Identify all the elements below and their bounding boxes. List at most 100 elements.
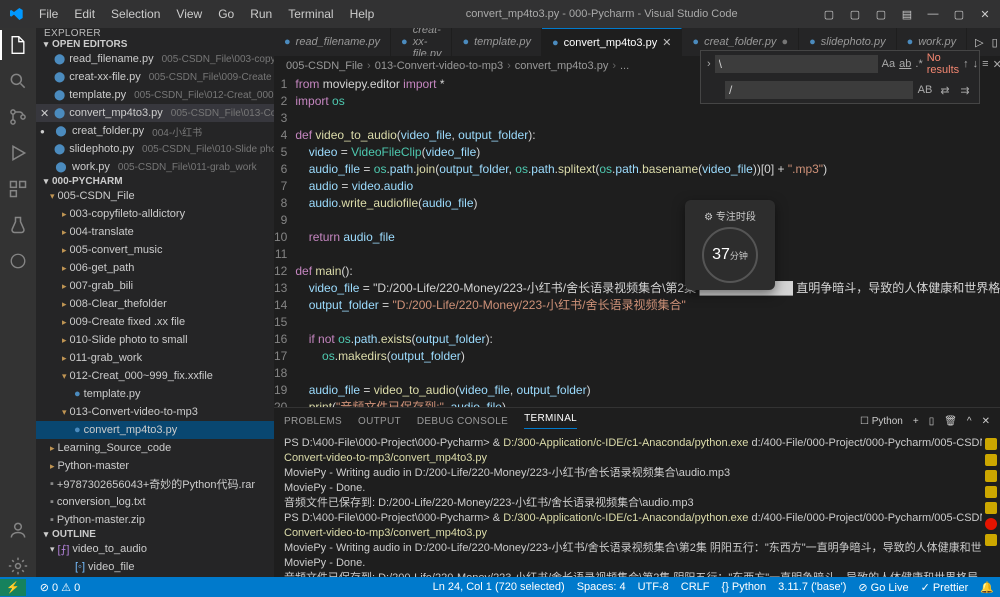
selection-icon[interactable]: ≡	[982, 58, 988, 70]
match-case-icon[interactable]: Aa	[882, 58, 895, 70]
close-find-icon[interactable]: ✕	[993, 58, 1000, 71]
status-item[interactable]: ✓ Prettier	[921, 581, 969, 594]
search-icon[interactable]	[7, 70, 29, 92]
folder-item[interactable]: ▸007-grab_bili	[36, 277, 274, 295]
sidebar-toggle-icon[interactable]: ▢	[874, 7, 888, 21]
prev-match-icon[interactable]: ↑	[963, 58, 969, 70]
menu-edit[interactable]: Edit	[67, 4, 102, 24]
file-item[interactable]: ●convert_mp4to3.py	[36, 421, 274, 439]
status-item[interactable]: CRLF	[681, 581, 710, 594]
menu-go[interactable]: Go	[211, 4, 241, 24]
folder-item[interactable]: ▸004-translate	[36, 223, 274, 241]
menu-view[interactable]: View	[169, 4, 209, 24]
remote-indicator[interactable]: ⚡	[0, 579, 26, 596]
menu-terminal[interactable]: Terminal	[281, 4, 340, 24]
python-env-icon[interactable]	[7, 250, 29, 272]
open-editor-item[interactable]: ⬤creat-xx-file.py005-CSDN_File\009-Creat…	[36, 68, 274, 86]
folder-item[interactable]: ▸008-Clear_thefolder	[36, 295, 274, 313]
minimize-icon[interactable]: —	[926, 7, 940, 21]
open-editors-section[interactable]: ▾OPEN EDITORS	[36, 39, 274, 50]
folder-item[interactable]: ▾012-Creat_000~999_fix.xxfile	[36, 367, 274, 385]
explorer-header: EXPLORER	[36, 28, 274, 39]
outline-section[interactable]: ▾OUTLINE	[36, 529, 274, 540]
file-item[interactable]: ●template.py	[36, 385, 274, 403]
testing-icon[interactable]	[7, 214, 29, 236]
next-match-icon[interactable]: ↓	[973, 58, 979, 70]
workspace-section[interactable]: ▾000-PYCHARM	[36, 176, 274, 187]
open-editor-item[interactable]: ⬤template.py005-CSDN_File\012-Creat_000~…	[36, 86, 274, 104]
status-item[interactable]: Spaces: 4	[577, 581, 626, 594]
folder-item[interactable]: ▾013-Convert-video-to-mp3	[36, 403, 274, 421]
panel-tab-output[interactable]: OUTPUT	[358, 416, 401, 427]
replace-input[interactable]	[725, 81, 913, 99]
whole-word-icon[interactable]: ab	[899, 58, 911, 70]
replace-one-icon[interactable]: ⇄	[937, 84, 953, 97]
tab-creat-xx-file-py[interactable]: ●creat-xx-file.py	[391, 28, 452, 56]
layout-toggle-icon[interactable]: ▢	[822, 7, 836, 21]
tab-convert_mp4to3-py[interactable]: ●convert_mp4to3.py✕	[542, 28, 682, 56]
status-item[interactable]: UTF-8	[638, 581, 669, 594]
file-item[interactable]: ▪+9787302656043+奇妙的Python代码.rar	[36, 475, 274, 493]
status-item[interactable]: 3.11.7 ('base')	[778, 581, 846, 594]
outline-item[interactable]: [◦]video_file	[36, 558, 274, 576]
source-control-icon[interactable]	[7, 106, 29, 128]
extensions-icon[interactable]	[7, 178, 29, 200]
maximize-panel-icon[interactable]: ^	[967, 416, 972, 427]
replace-all-icon[interactable]: ⇉	[957, 84, 973, 97]
focus-timer[interactable]: ⚙ 专注时段 37分钟	[685, 200, 775, 290]
account-icon[interactable]	[7, 519, 29, 541]
run-icon[interactable]: ▷	[975, 36, 983, 49]
code-editor[interactable]: 123456789101112131415161718192021222324 …	[274, 76, 1000, 407]
terminal[interactable]: PS D:\400-File\000-Project\000-Pycharm> …	[274, 434, 982, 577]
open-editor-item[interactable]: ⬤slidephoto.py005-CSDN_File\010-Slide ph…	[36, 140, 274, 158]
maximize-icon[interactable]: ▢	[952, 7, 966, 21]
folder-item[interactable]: ▸011-grab_work	[36, 349, 274, 367]
status-item[interactable]: 🔔	[980, 581, 994, 594]
open-editor-item[interactable]: ⬤read_filename.py005-CSDN_File\003-copyf…	[36, 50, 274, 68]
open-editor-item[interactable]: ⬤creat_folder.py004-小红书	[36, 122, 274, 140]
find-input[interactable]	[715, 55, 878, 73]
chevron-right-icon[interactable]: ›	[707, 58, 711, 70]
folder-item[interactable]: ▸003-copyfileto-alldictory	[36, 205, 274, 223]
outline-item[interactable]: ▾[⨍]video_to_audio	[36, 540, 274, 558]
file-item[interactable]: ▪Python-master.zip	[36, 511, 274, 529]
folder-item[interactable]: ▸010-Slide photo to small	[36, 331, 274, 349]
terminal-shell-label[interactable]: ☐ Python	[860, 416, 903, 427]
run-debug-icon[interactable]	[7, 142, 29, 164]
folder-item[interactable]: ▸009-Create fixed .xx file	[36, 313, 274, 331]
open-editor-item[interactable]: ⬤work.py005-CSDN_File\011-grab_work	[36, 158, 274, 176]
folder-item[interactable]: ▸Python-master	[36, 457, 274, 475]
panel-tab-debug-console[interactable]: DEBUG CONSOLE	[417, 416, 508, 427]
status-item[interactable]: Ln 24, Col 1 (720 selected)	[433, 581, 565, 594]
menu-selection[interactable]: Selection	[104, 4, 167, 24]
tab-template-py[interactable]: ●template.py	[452, 28, 542, 56]
panel-toggle-icon[interactable]: ▢	[848, 7, 862, 21]
settings-icon[interactable]	[7, 555, 29, 577]
split-terminal-icon[interactable]: ▯	[929, 416, 935, 427]
menu-file[interactable]: File	[32, 4, 65, 24]
menu-run[interactable]: Run	[243, 4, 279, 24]
folder-item[interactable]: ▸005-convert_music	[36, 241, 274, 259]
status-item[interactable]: ⊘ Go Live	[858, 581, 908, 594]
regex-icon[interactable]: .*	[915, 58, 922, 70]
add-terminal-icon[interactable]: +	[913, 416, 919, 427]
customize-icon[interactable]: ▤	[900, 7, 914, 21]
folder-item[interactable]: ▾005-CSDN_File	[36, 187, 274, 205]
trash-icon[interactable]: 🗑	[944, 416, 957, 427]
preserve-case-icon[interactable]: AB	[917, 84, 933, 96]
close-panel-icon[interactable]: ✕	[982, 416, 990, 427]
split-editor-icon[interactable]: ▯	[992, 36, 998, 49]
status-item[interactable]: {} Python	[722, 581, 767, 594]
outline-item[interactable]: [◦]output_folder	[36, 576, 274, 577]
folder-item[interactable]: ▸Learning_Source_code	[36, 439, 274, 457]
problems-status[interactable]: ⊘ 0 ⚠ 0	[40, 581, 80, 594]
panel-tab-problems[interactable]: PROBLEMS	[284, 416, 342, 427]
explorer-icon[interactable]	[7, 34, 29, 56]
panel-tab-terminal[interactable]: TERMINAL	[524, 413, 577, 429]
tab-read_filename-py[interactable]: ●read_filename.py	[274, 28, 391, 56]
file-item[interactable]: ▪conversion_log.txt	[36, 493, 274, 511]
menu-help[interactable]: Help	[343, 4, 382, 24]
open-editor-item[interactable]: ✕⬤convert_mp4to3.py005-CSDN_File\013-Con…	[36, 104, 274, 122]
folder-item[interactable]: ▸006-get_path	[36, 259, 274, 277]
close-icon[interactable]: ✕	[978, 7, 992, 21]
